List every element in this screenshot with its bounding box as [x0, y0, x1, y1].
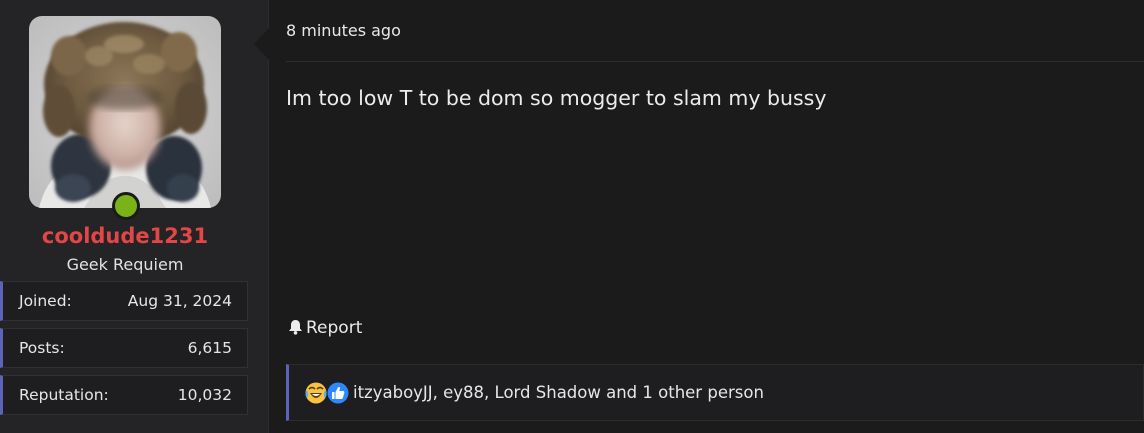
stat-value: 10,032 [177, 386, 232, 404]
post-message: Im too low T to be dom so mogger to slam… [286, 86, 827, 110]
avatar-container[interactable] [29, 16, 221, 220]
stat-label: Reputation: [19, 386, 109, 404]
laughing-crying-emoji-icon [305, 382, 327, 404]
stat-posts: Posts: 6,615 [0, 328, 248, 368]
reaction-icons-svg [305, 382, 349, 404]
stat-label: Posts: [19, 339, 65, 357]
post-timestamp[interactable]: 8 minutes ago [286, 20, 401, 42]
stat-label: Joined: [19, 292, 72, 310]
reaction-users-link[interactable]: itzyaboyJJ, ey88, Lord Shadow and 1 othe… [353, 365, 764, 420]
reaction-icons[interactable] [305, 381, 349, 405]
thumbs-up-icon [327, 382, 349, 404]
user-sidebar: cooldude1231 Geek Requiem Joined: Aug 31… [0, 0, 269, 433]
reactions-bar[interactable]: itzyaboyJJ, ey88, Lord Shadow and 1 othe… [286, 364, 1144, 421]
stat-joined: Joined: Aug 31, 2024 [0, 281, 248, 321]
avatar-image [29, 16, 221, 208]
avatar[interactable] [29, 16, 221, 208]
online-status-indicator [112, 192, 140, 220]
stat-value: 6,615 [187, 339, 232, 357]
username-link[interactable]: cooldude1231 [0, 222, 250, 250]
post-pointer-arrow [254, 28, 269, 60]
bell-icon [289, 320, 302, 335]
header-divider [286, 61, 1144, 62]
report-button[interactable]: Report [288, 316, 362, 340]
stat-reputation: Reputation: 10,032 [0, 375, 248, 415]
report-label: Report [306, 318, 363, 338]
stat-value: Aug 31, 2024 [127, 292, 232, 310]
user-title: Geek Requiem [66, 255, 184, 274]
